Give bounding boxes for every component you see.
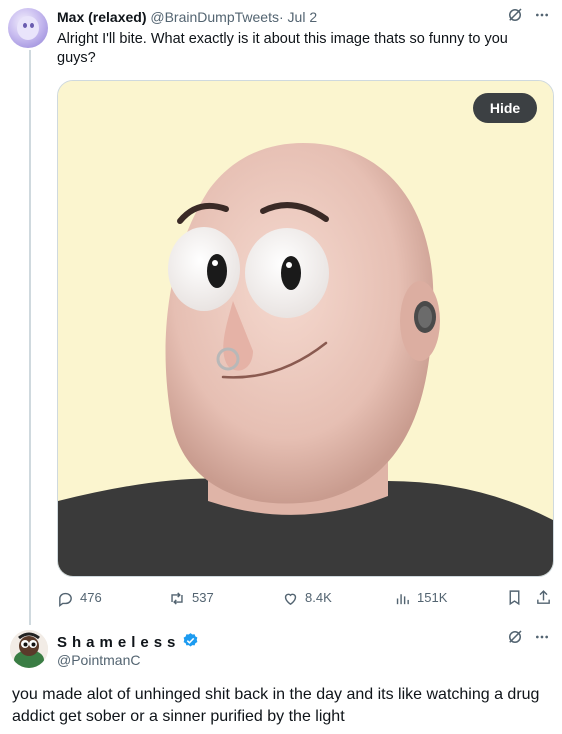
like-button[interactable]: 8.4K — [282, 589, 332, 607]
views-count: 151K — [417, 590, 448, 605]
tweet-top-actions — [506, 628, 550, 646]
display-name[interactable]: Max (relaxed) — [57, 9, 146, 25]
tweet-top-actions — [506, 6, 550, 24]
tweet-media-image[interactable]: Hide — [57, 80, 554, 577]
tweet-header: Max (relaxed) @BrainDumpTweets· Jul 2 — [57, 8, 317, 26]
bald-character-render — [58, 81, 553, 576]
more-icon[interactable] — [534, 7, 550, 23]
hide-media-button[interactable]: Hide — [473, 93, 537, 123]
more-icon[interactable] — [534, 629, 550, 645]
grok-icon[interactable] — [506, 628, 524, 646]
separator-dot: · — [278, 9, 284, 25]
share-icon — [535, 589, 552, 606]
bookmark-icon — [506, 589, 523, 606]
grok-icon[interactable] — [506, 6, 524, 24]
tweet-text: you made alot of unhinged shit back in t… — [12, 686, 540, 725]
thread-connector-line — [29, 50, 31, 625]
avatar-face — [17, 16, 39, 40]
repost-icon — [168, 590, 186, 607]
tweet-action-bar: 476 537 8.4K 151K — [57, 589, 554, 609]
display-name[interactable]: Shameless — [57, 634, 180, 651]
bookmark-button[interactable] — [506, 589, 523, 606]
like-count: 8.4K — [305, 590, 332, 605]
share-button[interactable] — [535, 589, 552, 606]
repost-count: 537 — [192, 590, 214, 605]
avatar[interactable] — [10, 630, 48, 668]
views-button[interactable]: 151K — [394, 589, 447, 607]
like-icon — [282, 590, 299, 607]
avatar-illustration — [10, 630, 48, 668]
reply-icon — [57, 590, 74, 607]
tweet-date[interactable]: Jul 2 — [288, 9, 318, 25]
reply-button[interactable]: 476 — [57, 589, 102, 607]
views-icon — [394, 590, 411, 607]
repost-button[interactable]: 537 — [168, 589, 214, 607]
reply-count: 476 — [80, 590, 102, 605]
verified-badge-icon — [182, 632, 199, 653]
user-handle[interactable]: @PointmanC — [57, 652, 140, 668]
display-name-row: Shameless — [57, 632, 199, 653]
user-handle[interactable]: @BrainDumpTweets — [150, 9, 279, 25]
avatar[interactable] — [8, 8, 48, 48]
tweet-text: Alright I'll bite. What exactly is it ab… — [57, 31, 508, 66]
